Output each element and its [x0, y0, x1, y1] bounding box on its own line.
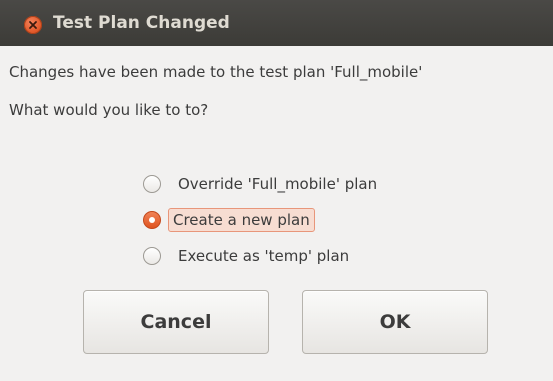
option-execute-temp[interactable]: Execute as 'temp' plan — [143, 242, 354, 270]
message-line-1: Changes have been made to the test plan … — [9, 63, 423, 81]
window-title: Test Plan Changed — [53, 13, 230, 33]
cancel-button[interactable]: Cancel — [83, 290, 269, 354]
option-create-new-plan[interactable]: Create a new plan — [143, 206, 315, 234]
dialog-window: Test Plan Changed Changes have been made… — [0, 0, 553, 381]
radio-override-plan[interactable] — [143, 175, 161, 193]
radio-create-new-plan[interactable] — [143, 211, 161, 229]
close-icon[interactable] — [24, 16, 42, 34]
option-override-label: Override 'Full_mobile' plan — [178, 175, 378, 193]
message-line-2: What would you like to to? — [9, 101, 209, 119]
title-bar: Test Plan Changed — [0, 0, 553, 46]
option-override-plan[interactable]: Override 'Full_mobile' plan — [143, 170, 382, 198]
radio-execute-temp[interactable] — [143, 247, 161, 265]
ok-button[interactable]: OK — [302, 290, 488, 354]
option-execute-label: Execute as 'temp' plan — [178, 247, 350, 265]
option-create-label: Create a new plan — [168, 208, 315, 232]
